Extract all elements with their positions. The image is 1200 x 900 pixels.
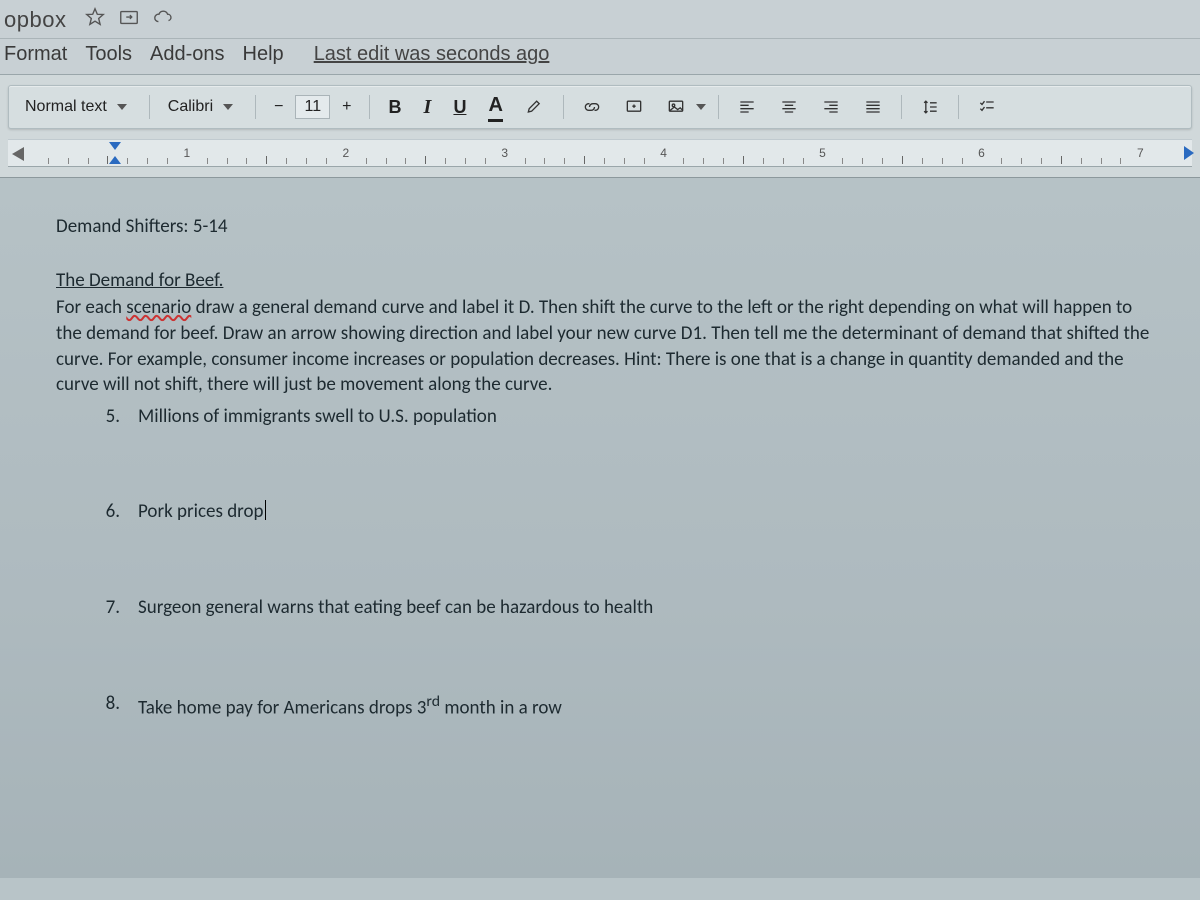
- ruler-number: 7: [1137, 146, 1144, 160]
- last-edit-link[interactable]: Last edit was seconds ago: [314, 43, 550, 66]
- text-cursor: [265, 500, 266, 520]
- separator: [563, 95, 564, 119]
- title-bar: opbox: [0, 0, 1200, 39]
- document-body[interactable]: Demand Shifters: 5-14 The Demand for Bee…: [34, 208, 1170, 721]
- doc-subheading: The Demand for Beef.: [56, 268, 1158, 294]
- chevron-down-icon: [223, 104, 233, 110]
- ruler-number: 2: [342, 146, 349, 160]
- list-item: 8. Take home pay for Americans drops 3rd …: [98, 691, 1158, 721]
- star-icon[interactable]: [84, 6, 106, 34]
- separator: [901, 95, 902, 119]
- align-right-button[interactable]: [811, 93, 851, 121]
- paragraph-style-label: Normal text: [25, 98, 107, 116]
- cloud-icon[interactable]: [152, 6, 174, 34]
- font-size-control: − 11 +: [264, 93, 361, 121]
- chevron-down-icon: [117, 104, 127, 110]
- separator: [369, 95, 370, 119]
- ruler-number: 5: [819, 146, 826, 160]
- list-number: 5.: [98, 404, 120, 430]
- list-number: 8.: [98, 691, 120, 721]
- doc-instructions: For each scenario draw a general demand …: [56, 295, 1158, 398]
- list-number: 6.: [98, 499, 120, 525]
- list-item: 6. Pork prices drop: [98, 499, 1158, 525]
- list-item: 7. Surgeon general warns that eating beef…: [98, 595, 1158, 621]
- paragraph-style-select[interactable]: Normal text: [15, 92, 141, 122]
- checklist-button[interactable]: [967, 93, 1007, 121]
- separator: [718, 95, 719, 119]
- list-text: Take home pay for Americans drops 3rd mo…: [138, 691, 562, 721]
- separator: [958, 95, 959, 119]
- toolbar: Normal text Calibri − 11 + B I U A: [8, 85, 1192, 129]
- ruler-scroll-right-icon[interactable]: [1184, 146, 1194, 160]
- menu-help[interactable]: Help: [243, 43, 284, 66]
- list-text: Surgeon general warns that eating beef c…: [138, 595, 653, 621]
- toolbar-container: Normal text Calibri − 11 + B I U A: [0, 75, 1200, 178]
- ruler-number: 1: [184, 146, 191, 160]
- font-family-select[interactable]: Calibri: [158, 92, 247, 122]
- ruler-number: 3: [501, 146, 508, 160]
- doc-title: opbox: [4, 7, 66, 33]
- indent-first-line-icon[interactable]: [109, 142, 121, 150]
- underline-button[interactable]: U: [443, 93, 476, 121]
- text-color-button[interactable]: A: [478, 93, 512, 121]
- text: draw a general demand curve and label it…: [56, 296, 1149, 396]
- insert-image-button[interactable]: [656, 93, 696, 121]
- ruler-number: 6: [978, 146, 985, 160]
- menu-format[interactable]: Format: [4, 43, 67, 66]
- align-center-button[interactable]: [769, 93, 809, 121]
- line-spacing-button[interactable]: [910, 93, 950, 121]
- highlight-button[interactable]: [515, 93, 555, 121]
- insert-link-button[interactable]: [572, 93, 612, 121]
- chevron-down-icon[interactable]: [696, 104, 706, 110]
- font-size-decrease-button[interactable]: −: [264, 93, 293, 121]
- list-text: Millions of immigrants swell to U.S. pop…: [138, 404, 497, 430]
- document-canvas[interactable]: Demand Shifters: 5-14 The Demand for Bee…: [0, 178, 1200, 878]
- ruler-left-stop-icon: [8, 147, 24, 161]
- font-size-increase-button[interactable]: +: [332, 93, 361, 121]
- doc-heading: Demand Shifters: 5-14: [56, 214, 1158, 240]
- menu-tools[interactable]: Tools: [85, 43, 132, 66]
- indent-left-icon[interactable]: [109, 156, 121, 164]
- ruler-number: 4: [660, 146, 667, 160]
- align-justify-button[interactable]: [853, 93, 893, 121]
- align-left-button[interactable]: [727, 93, 767, 121]
- font-family-label: Calibri: [168, 98, 213, 116]
- menu-addons[interactable]: Add-ons: [150, 43, 225, 66]
- separator: [149, 95, 150, 119]
- text: For each: [56, 296, 126, 319]
- title-icons: [84, 6, 174, 34]
- insert-comment-button[interactable]: [614, 93, 654, 121]
- list-item: 5. Millions of immigrants swell to U.S. p…: [98, 404, 1158, 430]
- menu-bar: Format Tools Add-ons Help Last edit was …: [0, 39, 1200, 75]
- doc-list: 5. Millions of immigrants swell to U.S. p…: [56, 404, 1158, 721]
- list-text: Pork prices drop: [138, 499, 266, 525]
- italic-button[interactable]: I: [413, 93, 441, 121]
- font-size-value[interactable]: 11: [295, 95, 330, 119]
- separator: [255, 95, 256, 119]
- move-folder-icon[interactable]: [118, 6, 140, 34]
- ruler[interactable]: 1 2 3 4 5 6 7: [8, 139, 1192, 167]
- bold-button[interactable]: B: [378, 93, 411, 121]
- spellcheck-underline: scenario: [126, 296, 191, 319]
- list-number: 7.: [98, 595, 120, 621]
